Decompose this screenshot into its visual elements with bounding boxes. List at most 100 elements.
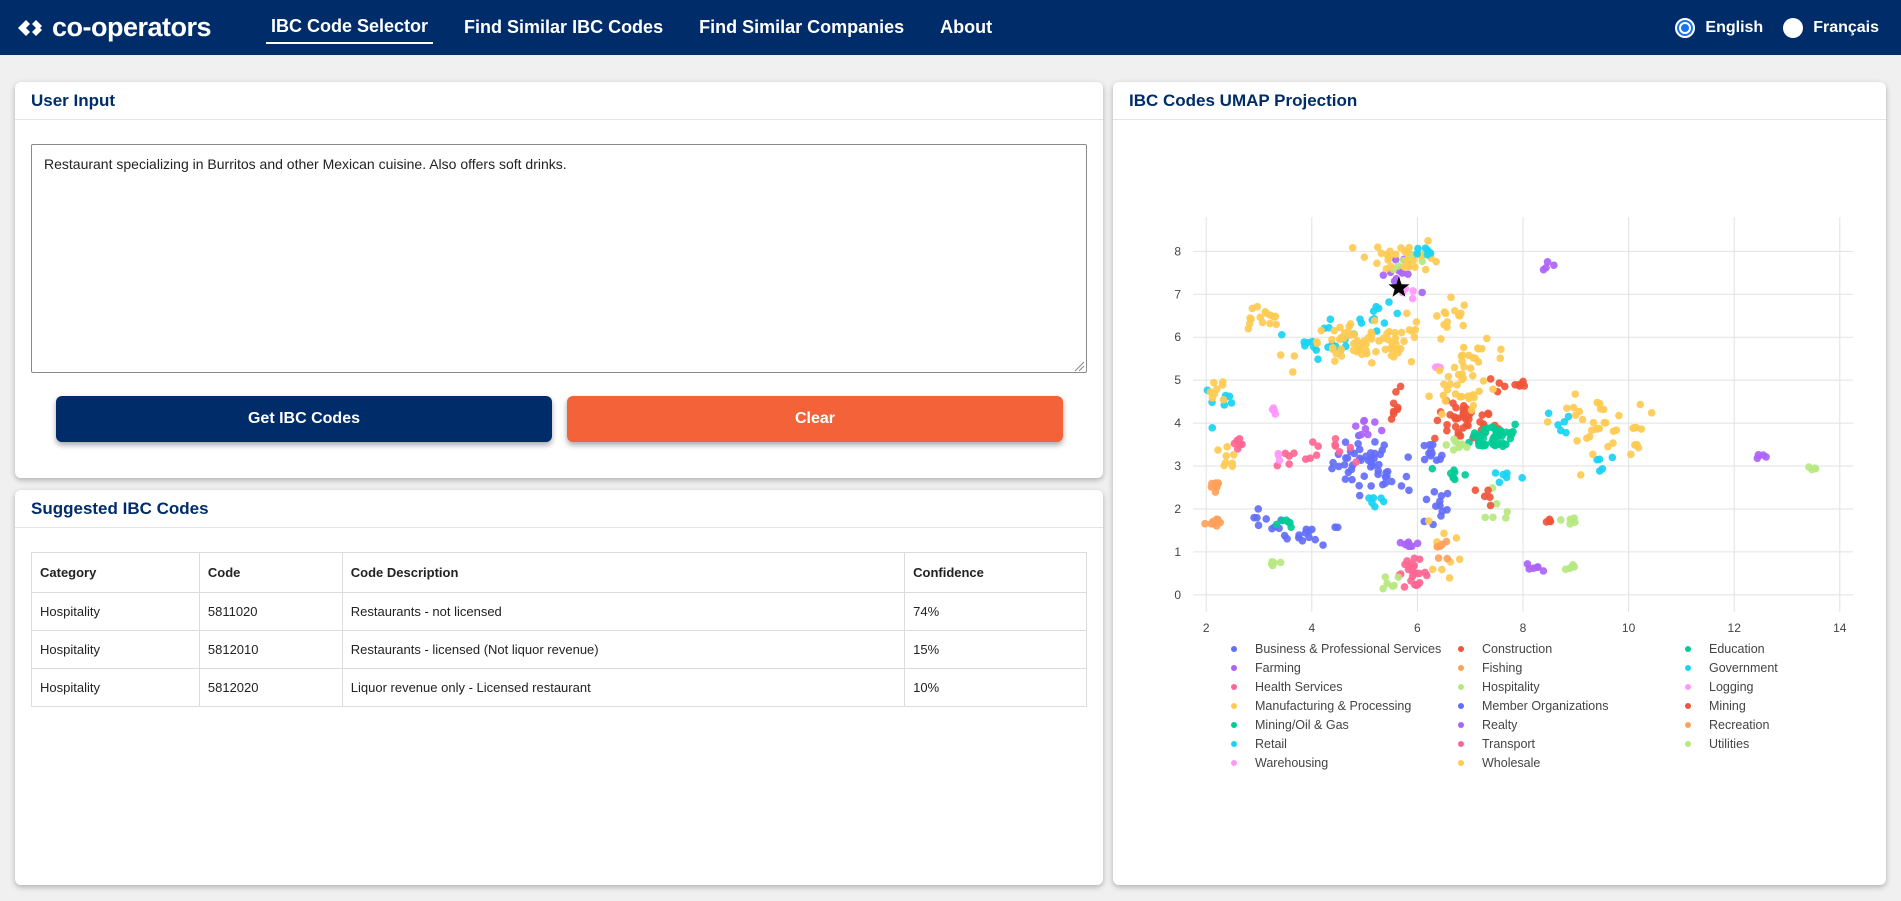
business-description-input[interactable] [31, 144, 1087, 373]
legend-item[interactable]: Health Services [1231, 680, 1343, 694]
scatter-point [1492, 430, 1501, 439]
scatter-point [1497, 345, 1505, 354]
scatter-point [1560, 418, 1569, 426]
legend-item[interactable]: Government [1685, 661, 1778, 675]
legend-item[interactable]: Farming [1231, 661, 1301, 675]
legend-item[interactable]: Recreation [1685, 718, 1769, 732]
legend-label: Education [1709, 642, 1765, 656]
scatter-point [1495, 478, 1504, 487]
legend-label: Government [1709, 661, 1778, 675]
legend-item[interactable]: Wholesale [1458, 756, 1540, 770]
legend-item[interactable]: Business & Professional Services [1231, 642, 1441, 656]
scatter-point [1213, 385, 1221, 393]
scatter-point [1421, 244, 1430, 252]
scatter-point [1418, 288, 1426, 297]
x-tick-label: 6 [1414, 621, 1421, 635]
legend-label: Retail [1255, 737, 1287, 751]
scatter-point [1276, 351, 1285, 359]
table-row[interactable]: Hospitality 5811020 Restaurants - not li… [31, 592, 1087, 631]
table-row[interactable]: Hospitality 5812020 Liquor revenue only … [31, 668, 1087, 707]
legend-label: Member Organizations [1482, 699, 1609, 713]
scatter-point [1456, 392, 1464, 401]
brand-logo[interactable]: co-operators [16, 12, 256, 43]
legend-item[interactable]: Mining/Oil & Gas [1231, 718, 1349, 732]
scatter-point [1392, 388, 1400, 396]
scatter-point [1206, 388, 1215, 396]
legend-item[interactable]: Manufacturing & Processing [1231, 699, 1411, 713]
language-option-french[interactable]: Français [1783, 17, 1879, 38]
scatter-point [1365, 494, 1373, 502]
scatter-point [1393, 403, 1402, 412]
english-radio[interactable] [1675, 17, 1696, 38]
scatter-point [1627, 450, 1635, 459]
legend-item[interactable]: Hospitality [1458, 680, 1540, 694]
legend-label: Health Services [1255, 680, 1343, 694]
scatter-point [1389, 353, 1398, 361]
legend-item[interactable]: Construction [1458, 642, 1552, 656]
scatter-point [1589, 450, 1597, 459]
legend-item[interactable]: Retail [1231, 737, 1287, 751]
scatter-point [1262, 309, 1271, 318]
scatter-point [1348, 475, 1356, 484]
scatter-point [1392, 340, 1400, 348]
nav-find-similar-ibc-codes[interactable]: Find Similar IBC Codes [459, 13, 668, 43]
get-ibc-codes-button[interactable]: Get IBC Codes [56, 396, 552, 442]
x-tick-label: 12 [1728, 621, 1742, 635]
legend-item[interactable]: Utilities [1685, 737, 1749, 751]
nav-about[interactable]: About [935, 13, 997, 43]
language-option-english[interactable]: English [1675, 17, 1763, 38]
scatter-point [1379, 584, 1387, 593]
brand-name: co-operators [52, 12, 212, 42]
scatter-point [1245, 319, 1254, 328]
scatter-point [1430, 488, 1439, 496]
scatter-point [1444, 372, 1453, 381]
legend-swatch [1685, 741, 1691, 747]
scatter-point [1431, 502, 1440, 510]
scatter-point [1435, 366, 1444, 375]
legend-item[interactable]: Education [1685, 642, 1765, 656]
nav-ibc-code-selector[interactable]: IBC Code Selector [266, 12, 434, 44]
column-header-confidence: Confidence [904, 552, 1087, 593]
legend-item[interactable]: Transport [1458, 737, 1535, 751]
scatter-point [1491, 469, 1500, 477]
scatter-point [1346, 320, 1355, 328]
user-input-panel: User Input Get IBC Codes Clear [15, 82, 1103, 478]
scatter-point [1440, 308, 1449, 316]
legend-item[interactable]: Warehousing [1231, 756, 1328, 770]
scatter-point [1301, 455, 1310, 463]
scatter-point [1373, 259, 1381, 268]
scatter-point [1499, 442, 1507, 451]
legend-item[interactable]: Mining [1685, 699, 1746, 713]
scatter-point [1443, 386, 1452, 394]
legend-swatch [1458, 703, 1464, 709]
scatter-point [1506, 434, 1515, 443]
scatter-point [1222, 452, 1231, 460]
scatter-point [1391, 250, 1400, 259]
scatter-point [1369, 461, 1377, 470]
legend-label: Manufacturing & Processing [1255, 699, 1412, 713]
scatter-point [1475, 387, 1483, 396]
clear-button[interactable]: Clear [567, 396, 1063, 442]
scatter-point [1412, 318, 1421, 326]
scatter-point [1410, 554, 1419, 563]
scatter-point [1489, 385, 1497, 394]
scatter-point [1576, 471, 1585, 479]
legend-item[interactable]: Logging [1685, 680, 1754, 694]
umap-scatter-plot[interactable]: 2 4 6 8 10 12 14012345678 [1113, 122, 1886, 642]
cell-description: Restaurants - not licensed [341, 592, 906, 631]
scatter-point [1476, 418, 1484, 426]
scatter-point [1369, 307, 1378, 315]
table-row[interactable]: Hospitality 5812010 Restaurants - licens… [31, 630, 1087, 669]
legend-item[interactable]: Fishing [1458, 661, 1522, 675]
nav-find-similar-companies[interactable]: Find Similar Companies [694, 13, 909, 43]
scatter-point [1519, 377, 1527, 386]
scatter-point [1451, 422, 1460, 431]
x-tick-label: 10 [1622, 621, 1636, 635]
scatter-point [1438, 565, 1446, 574]
y-tick-label: 1 [1174, 545, 1181, 559]
resize-grip-icon[interactable] [1073, 360, 1085, 372]
french-radio[interactable] [1783, 17, 1804, 38]
scatter-point [1566, 520, 1574, 528]
legend-item[interactable]: Realty [1458, 718, 1517, 732]
legend-item[interactable]: Member Organizations [1458, 699, 1608, 713]
